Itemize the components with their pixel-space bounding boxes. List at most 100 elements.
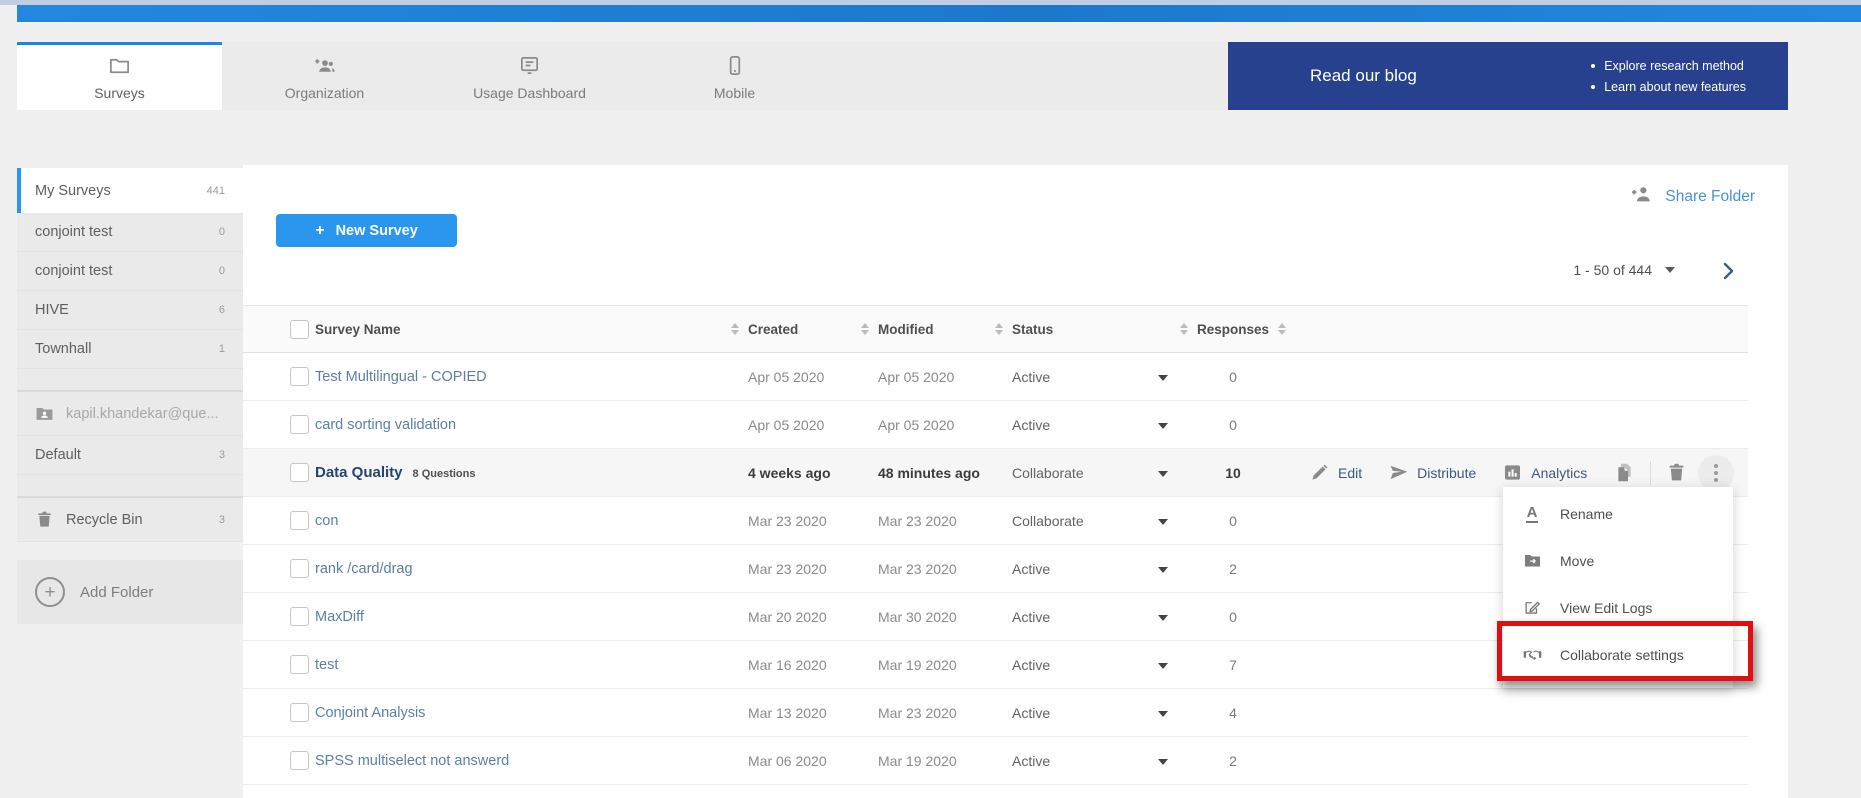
sidebar-item-conjoint-test[interactable]: conjoint test 0	[17, 213, 243, 252]
folder-count: 441	[207, 185, 225, 197]
survey-name-link[interactable]: rank /card/drag	[315, 561, 413, 577]
status-dropdown-caret[interactable]	[1158, 567, 1168, 573]
tab-mobile[interactable]: Mobile	[632, 42, 837, 110]
status-dropdown-caret[interactable]	[1158, 375, 1168, 381]
menu-item-move[interactable]: Move	[1503, 537, 1733, 584]
column-responses[interactable]: Responses	[1197, 322, 1269, 337]
sidebar-item-conjoint-test[interactable]: conjoint test 0	[17, 252, 243, 291]
folder-count: 0	[219, 265, 225, 277]
analytics-button[interactable]: Analytics	[1503, 463, 1587, 482]
distribute-button[interactable]: Distribute	[1389, 463, 1476, 482]
status-cell: Collaborate	[1012, 513, 1158, 529]
modified-cell: Mar 23 2020	[878, 561, 1012, 577]
folder-count: 3	[219, 449, 225, 461]
row-checkbox[interactable]	[290, 559, 309, 578]
status-dropdown-caret[interactable]	[1158, 615, 1168, 621]
primary-navigation: Surveys Organization Usage Dashboard Mob…	[17, 42, 1788, 110]
add-folder-button[interactable]: + Add Folder	[17, 560, 243, 624]
sidebar-item-my-surveys[interactable]: My Surveys 441	[17, 168, 243, 213]
status-dropdown-caret[interactable]	[1158, 759, 1168, 765]
status-dropdown-caret[interactable]	[1158, 519, 1168, 525]
copy-survey-button[interactable]	[1614, 462, 1635, 483]
dashboard-icon	[518, 54, 541, 77]
more-options-button[interactable]	[1698, 455, 1734, 491]
status-dropdown-caret[interactable]	[1158, 471, 1168, 477]
tab-surveys[interactable]: Surveys	[17, 42, 222, 110]
action-label: Distribute	[1417, 465, 1476, 481]
responses-cell: 0	[1193, 417, 1273, 433]
responses-cell: 0	[1193, 369, 1273, 385]
status-cell: Collaborate	[1012, 465, 1158, 481]
person-add-icon	[1631, 183, 1653, 210]
survey-name-link[interactable]: con	[315, 513, 338, 529]
status-cell: Active	[1012, 417, 1158, 433]
survey-name-link[interactable]: card sorting validation	[315, 417, 456, 433]
delete-survey-button[interactable]	[1666, 462, 1687, 483]
responses-cell: 2	[1193, 753, 1273, 769]
banner-bullet: Learn about new features	[1591, 80, 1746, 94]
menu-item-view-edit-logs[interactable]: View Edit Logs	[1503, 584, 1733, 631]
folder-count: 3	[219, 514, 225, 526]
next-page-button[interactable]	[1716, 259, 1740, 283]
sidebar-item-townhall[interactable]: Townhall 1	[17, 330, 243, 369]
sort-icon[interactable]	[731, 323, 739, 335]
tab-usage-dashboard[interactable]: Usage Dashboard	[427, 42, 632, 110]
sort-icon[interactable]	[1180, 323, 1188, 335]
sidebar-item-recycle-bin[interactable]: Recycle Bin 3	[17, 498, 243, 542]
survey-name-link[interactable]: MaxDiff	[315, 609, 364, 625]
new-survey-button[interactable]: + New Survey	[276, 214, 457, 247]
table-row: Conjoint Analysis Mar 13 2020 Mar 23 202…	[243, 689, 1748, 737]
survey-name-link[interactable]: Conjoint Analysis	[315, 705, 425, 721]
analytics-icon	[1503, 463, 1522, 482]
row-checkbox[interactable]	[290, 703, 309, 722]
folder-label: My Surveys	[35, 183, 195, 199]
row-checkbox[interactable]	[290, 751, 309, 770]
status-cell: Active	[1012, 705, 1158, 721]
menu-item-collaborate-settings[interactable]: Collaborate settings	[1503, 631, 1733, 678]
column-status[interactable]: Status	[1012, 322, 1053, 337]
add-folder-label: Add Folder	[80, 584, 153, 601]
tab-organization[interactable]: Organization	[222, 42, 427, 110]
sidebar-item-default[interactable]: Default 3	[17, 436, 243, 475]
menu-item-rename[interactable]: A Rename	[1503, 490, 1733, 537]
status-dropdown-caret[interactable]	[1158, 423, 1168, 429]
survey-name-link[interactable]: Test Multilingual - COPIED	[315, 369, 487, 385]
row-checkbox[interactable]	[290, 511, 309, 530]
status-dropdown-caret[interactable]	[1158, 711, 1168, 717]
row-checkbox[interactable]	[290, 367, 309, 386]
app-window: Surveys Organization Usage Dashboard Mob…	[0, 0, 1861, 798]
folder-count: 1	[219, 343, 225, 355]
row-checkbox[interactable]	[290, 463, 309, 482]
column-modified[interactable]: Modified	[878, 322, 934, 337]
survey-name-link[interactable]: test	[315, 657, 338, 673]
created-cell: Mar 20 2020	[748, 609, 878, 625]
share-folder-button[interactable]: Share Folder	[1631, 183, 1755, 210]
status-dropdown-caret[interactable]	[1158, 663, 1168, 669]
column-created[interactable]: Created	[748, 322, 798, 337]
responses-cell: 10	[1193, 465, 1273, 481]
row-checkbox[interactable]	[290, 607, 309, 626]
survey-name-link[interactable]: Data Quality	[315, 464, 403, 481]
sidebar-item-hive[interactable]: HIVE 6	[17, 291, 243, 330]
created-cell: Mar 23 2020	[748, 513, 878, 529]
folder-label: Recycle Bin	[66, 512, 207, 528]
edit-button[interactable]: Edit	[1310, 463, 1362, 482]
row-checkbox[interactable]	[290, 415, 309, 434]
modified-cell: 48 minutes ago	[878, 465, 1012, 481]
sidebar-item-kapil-khandekar-que[interactable]: kapil.khandekar@que...	[17, 392, 243, 436]
trash-icon	[35, 510, 54, 529]
responses-cell: 0	[1193, 513, 1273, 529]
folder-label: kapil.khandekar@que...	[66, 406, 225, 422]
read-our-blog-link[interactable]: Read our blog	[1310, 66, 1417, 86]
responses-cell: 0	[1193, 609, 1273, 625]
column-survey-name[interactable]: Survey Name	[315, 322, 401, 337]
sort-icon[interactable]	[1278, 323, 1286, 335]
survey-name-link[interactable]: SPSS multiselect not answerd	[315, 753, 509, 769]
divider	[1650, 461, 1651, 485]
row-checkbox[interactable]	[290, 655, 309, 674]
sort-icon[interactable]	[995, 323, 1003, 335]
pagination-dropdown[interactable]: 1 - 50 of 444	[1573, 262, 1675, 278]
edit-logs-icon	[1521, 598, 1543, 617]
select-all-checkbox[interactable]	[290, 320, 309, 339]
sort-icon[interactable]	[861, 323, 869, 335]
